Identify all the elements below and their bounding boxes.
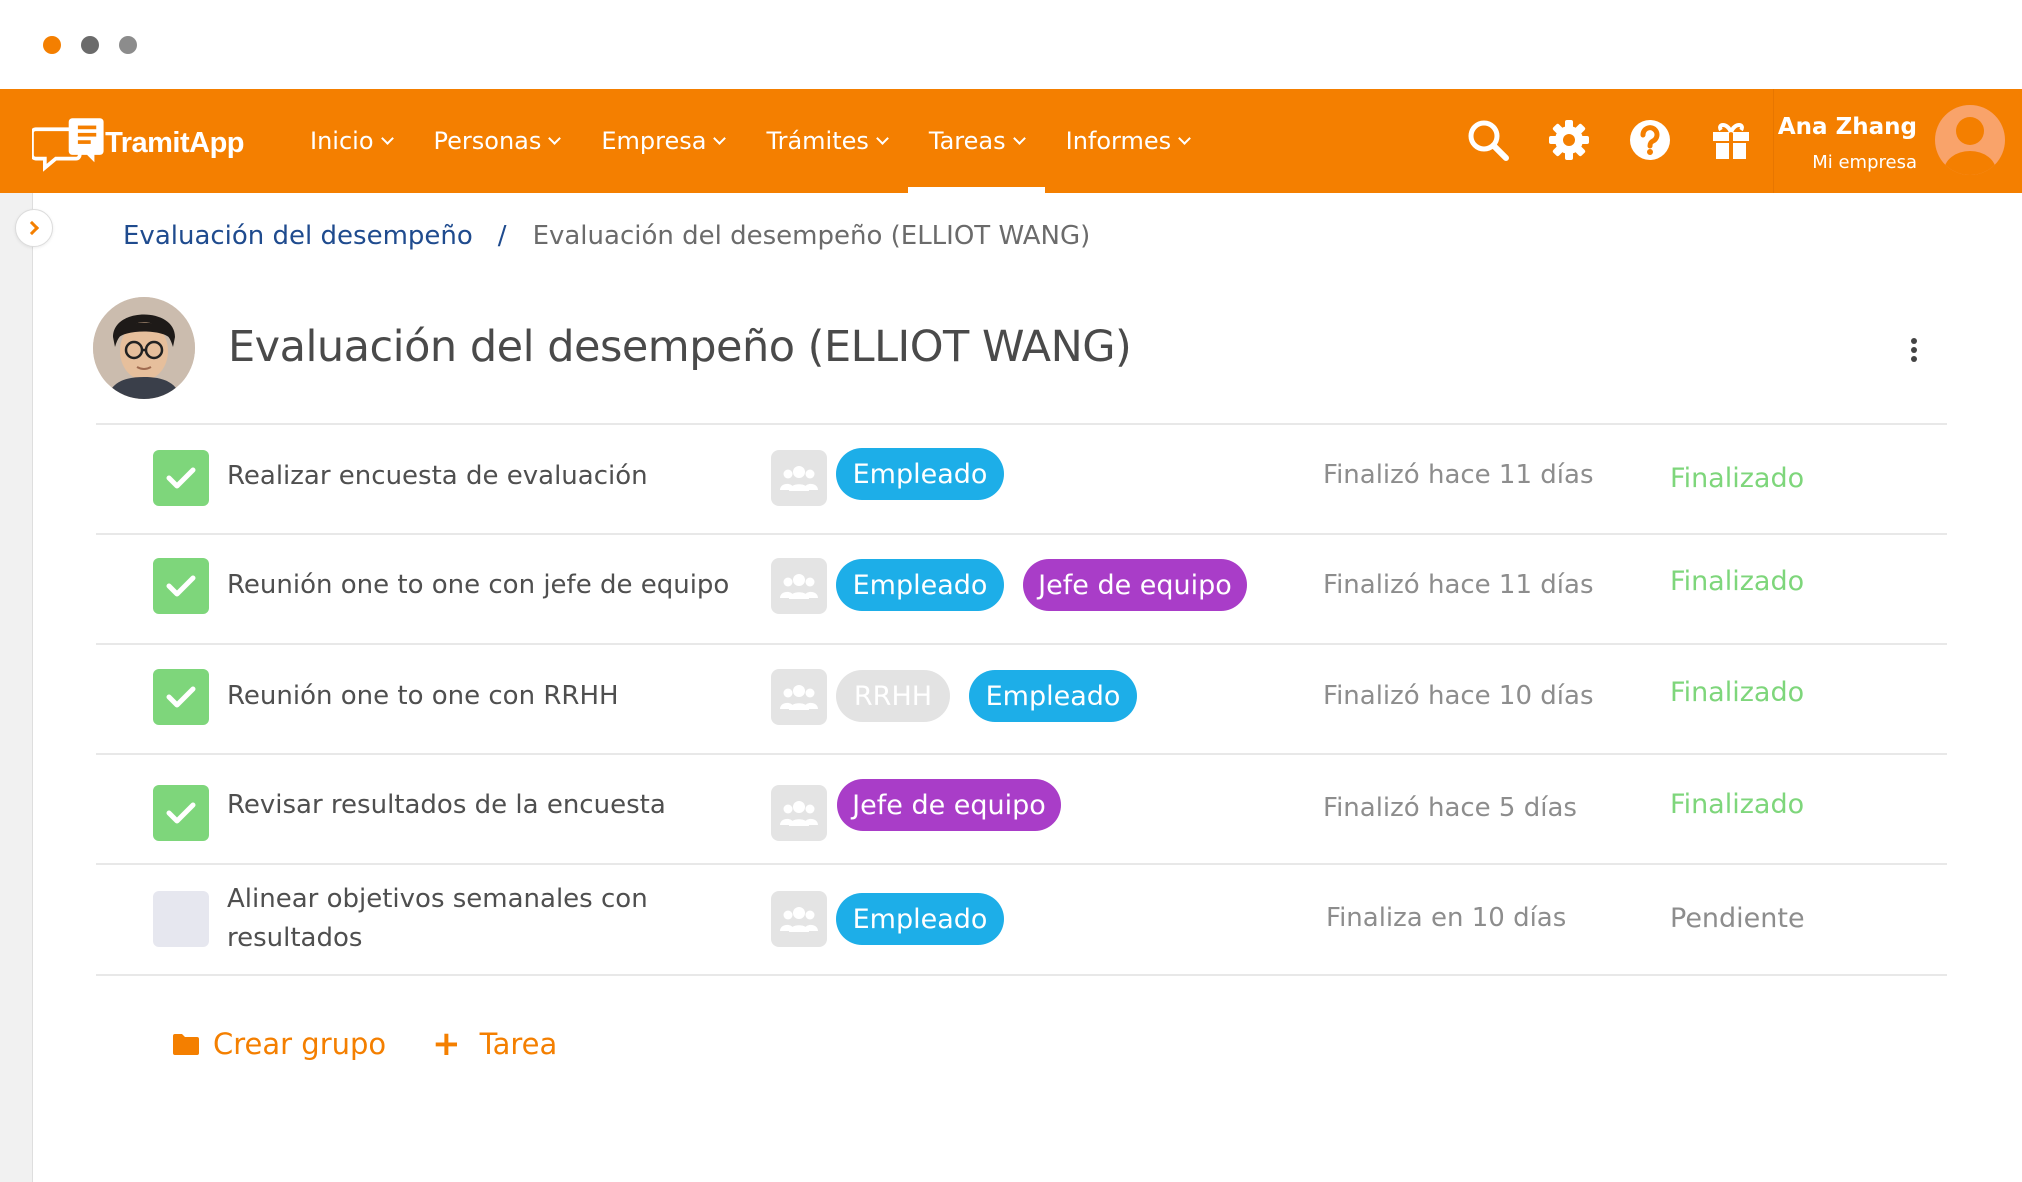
task-due: Finalizó hace 10 días (1323, 681, 1594, 711)
group-icon[interactable] (771, 558, 827, 614)
gear-icon[interactable] (1546, 117, 1592, 163)
left-sidebar-rail (0, 193, 33, 1182)
checkmark-icon (166, 686, 196, 708)
user-company: Mi empresa (1812, 152, 1917, 173)
breadcrumb: Evaluación del desempeño / Evaluación de… (123, 221, 1090, 251)
app-logo[interactable]: TramitApp (32, 110, 244, 176)
task-status: Pendiente (1670, 903, 1805, 934)
menu-item-label: Informes (1065, 127, 1172, 155)
task-name[interactable]: Revisar resultados de la encuesta (227, 786, 697, 825)
gift-icon[interactable] (1708, 117, 1754, 163)
task-due: Finalizó hace 11 días (1323, 570, 1594, 600)
page-title: Evaluación del desempeño (ELLIOT WANG) (228, 322, 1132, 372)
top-navbar: TramitApp Inicio Personas Empresa Trámit… (0, 89, 2022, 193)
assignee-chip: Empleado (969, 670, 1137, 722)
task-status: Finalizado (1670, 566, 1805, 597)
menu-item-personas[interactable]: Personas (413, 89, 581, 193)
task-name[interactable]: Reunión one to one con RRHH (227, 677, 697, 716)
chevron-down-icon (1012, 131, 1026, 145)
chevron-down-icon (1178, 131, 1192, 145)
menu-item-label: Trámites (766, 127, 869, 155)
main-menu: Inicio Personas Empresa Trámites Tareas … (289, 89, 1210, 193)
assignee-chip: Jefe de equipo (837, 779, 1061, 831)
task-due: Finalizó hace 5 días (1323, 793, 1577, 823)
task-row: Reunión one to one con RRHH RRHH Emplead… (96, 645, 1947, 755)
chevron-down-icon (380, 131, 394, 145)
task-checkbox[interactable] (153, 558, 209, 614)
menu-item-empresa[interactable]: Empresa (580, 89, 745, 193)
search-icon[interactable] (1465, 117, 1511, 163)
task-row: Alinear objetivos semanales con resultad… (96, 865, 1947, 976)
task-row: Revisar resultados de la encuesta Jefe d… (96, 755, 1947, 865)
group-icon[interactable] (771, 450, 827, 506)
window-close-dot[interactable] (43, 36, 61, 54)
assignee-chip: Empleado (836, 893, 1004, 945)
more-options-icon[interactable] (1900, 334, 1928, 366)
window-chrome (0, 0, 2022, 89)
assignee-chip: Jefe de equipo (1023, 559, 1247, 611)
add-task-button[interactable]: + Tarea (432, 1027, 557, 1061)
breadcrumb-current: Evaluación del desempeño (ELLIOT WANG) (532, 221, 1091, 251)
logo-speech-bubbles-icon (32, 118, 104, 172)
menu-item-label: Inicio (310, 127, 374, 155)
plus-icon: + (432, 1024, 461, 1064)
menu-item-tramites[interactable]: Trámites (745, 89, 907, 193)
employee-photo (93, 297, 195, 399)
task-actions: Crear grupo + Tarea (173, 1027, 557, 1061)
group-icon[interactable] (771, 891, 827, 947)
window-minimize-dot[interactable] (81, 36, 99, 54)
assignee-chip: Empleado (836, 559, 1004, 611)
chevron-down-icon (876, 131, 889, 145)
task-row: Reunión one to one con jefe de equipo Em… (96, 535, 1947, 645)
task-name[interactable]: Alinear objetivos semanales con resultad… (227, 880, 697, 958)
help-icon[interactable] (1627, 117, 1673, 163)
task-status: Finalizado (1670, 789, 1805, 820)
task-checkbox[interactable] (153, 669, 209, 725)
menu-item-inicio[interactable]: Inicio (289, 89, 413, 193)
task-row: Realizar encuesta de evaluación Empleado… (96, 425, 1947, 535)
task-status: Finalizado (1670, 677, 1805, 708)
chevron-down-icon (713, 131, 727, 145)
group-icon[interactable] (771, 669, 827, 725)
task-status: Finalizado (1670, 463, 1805, 494)
checkmark-icon (166, 802, 196, 824)
checkmark-icon (166, 575, 196, 597)
window-maximize-dot[interactable] (119, 36, 137, 54)
assignee-chip: RRHH (836, 670, 950, 722)
task-list: Realizar encuesta de evaluación Empleado… (96, 423, 1947, 976)
task-due: Finalizó hace 11 días (1323, 460, 1594, 490)
menu-item-label: Personas (433, 127, 542, 155)
add-task-label: Tarea (479, 1027, 558, 1061)
task-due: Finaliza en 10 días (1326, 903, 1567, 933)
menu-item-label: Tareas (928, 127, 1006, 155)
task-name[interactable]: Realizar encuesta de evaluación (227, 457, 697, 496)
menu-item-label: Empresa (601, 127, 707, 155)
logo-text: TramitApp (105, 126, 244, 159)
breadcrumb-parent-link[interactable]: Evaluación del desempeño (123, 221, 473, 251)
checkmark-icon (166, 467, 196, 489)
sidebar-expand-button[interactable] (15, 209, 53, 247)
breadcrumb-separator: / (497, 221, 507, 251)
create-group-button[interactable]: Crear grupo (173, 1027, 386, 1061)
chevron-down-icon (548, 131, 562, 145)
create-group-label: Crear grupo (213, 1027, 387, 1061)
menu-item-tareas[interactable]: Tareas (907, 89, 1045, 193)
chevron-right-icon (24, 220, 40, 236)
task-checkbox[interactable] (153, 891, 209, 947)
folder-icon (173, 1034, 199, 1055)
group-icon[interactable] (771, 785, 827, 841)
task-checkbox[interactable] (153, 785, 209, 841)
task-name[interactable]: Reunión one to one con jefe de equipo (227, 566, 767, 605)
user-avatar[interactable] (1935, 105, 2005, 175)
menu-item-informes[interactable]: Informes (1045, 89, 1211, 193)
user-name: Ana Zhang (1777, 114, 1917, 140)
assignee-chip: Empleado (836, 448, 1004, 500)
user-menu[interactable]: Ana Zhang Mi empresa (1773, 89, 2022, 193)
task-checkbox[interactable] (153, 450, 209, 506)
